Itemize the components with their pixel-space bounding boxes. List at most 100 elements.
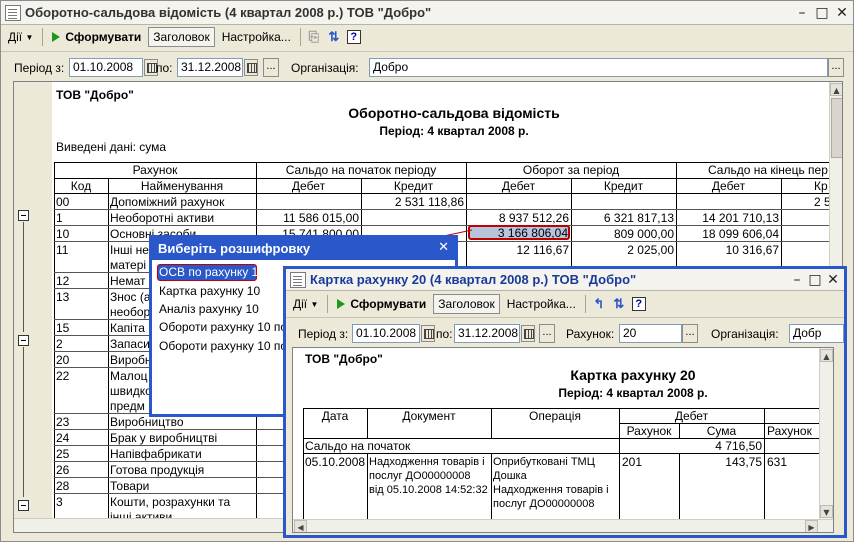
help-icon[interactable]: ? xyxy=(345,28,363,46)
transfer-icon[interactable]: ⇅ xyxy=(325,28,343,46)
settings-button[interactable]: Настройка... xyxy=(502,294,581,314)
cell-name[interactable]: Напівфабрикати xyxy=(110,447,254,461)
generate-button[interactable]: Сформувати xyxy=(332,294,431,314)
maximize-icon[interactable]: □ xyxy=(814,5,830,21)
close-icon[interactable]: ✕ xyxy=(834,5,850,21)
header-button[interactable]: Заголовок xyxy=(148,27,215,47)
row-border xyxy=(54,209,842,210)
scroll-left-icon[interactable]: ◀ xyxy=(294,520,307,532)
date-to-input[interactable]: 31.12.2008 xyxy=(454,324,520,343)
card-header-sum: Сума xyxy=(706,424,737,438)
chevron-down-icon: ▼ xyxy=(310,299,319,309)
cell-name[interactable]: Кошти, розрахунки та xyxy=(110,495,254,509)
cell-cd[interactable]: 14 201 710,13 xyxy=(678,211,779,225)
cell-code[interactable]: 12 xyxy=(56,274,106,288)
cell-code[interactable]: 28 xyxy=(56,479,106,493)
popup-item-card[interactable]: Картка рахунку 10 xyxy=(159,284,260,299)
cell-td[interactable]: 8 937 512,26 xyxy=(468,211,569,225)
date-from-input[interactable]: 01.10.2008 xyxy=(69,58,143,77)
settings-label: Настройка... xyxy=(506,297,576,311)
period-select-button[interactable]: ... xyxy=(539,324,555,343)
collapse-group-icon[interactable] xyxy=(18,210,29,221)
opening-balance-sum: 4 716,50 xyxy=(715,439,762,453)
calendar-icon[interactable] xyxy=(521,325,535,342)
date-to-input[interactable]: 31.12.2008 xyxy=(177,58,243,77)
toolbar-separator xyxy=(42,28,44,46)
cell-name[interactable]: Товари xyxy=(110,479,254,493)
organization-input[interactable]: Добр xyxy=(789,324,844,343)
maximize-icon[interactable]: □ xyxy=(807,272,823,288)
cell-name[interactable]: Допоміжний рахунок xyxy=(110,195,254,209)
cell-code[interactable]: 23 xyxy=(56,415,106,429)
organization-input[interactable]: Добро xyxy=(369,58,828,77)
collapse-group-icon[interactable] xyxy=(18,500,29,511)
period-select-button[interactable]: ... xyxy=(263,58,279,77)
cell-code[interactable]: 15 xyxy=(56,321,106,335)
scroll-thumb[interactable] xyxy=(831,98,842,158)
account-input[interactable]: 20 xyxy=(619,324,682,343)
transfer-icon[interactable]: ⇅ xyxy=(610,295,628,313)
document-icon xyxy=(5,4,21,21)
cell-tc[interactable]: 6 321 817,13 xyxy=(573,211,674,225)
horizontal-scrollbar[interactable]: ◀ ▶ xyxy=(293,519,833,532)
scroll-right-icon[interactable]: ▶ xyxy=(805,520,818,532)
report-company: ТОВ "Добро" xyxy=(56,88,134,102)
copy-icon[interactable]: ⎘ xyxy=(305,28,323,46)
cell-code[interactable]: 1 xyxy=(56,211,106,225)
cell-code[interactable]: 22 xyxy=(56,369,106,383)
vertical-scrollbar[interactable]: ▲ ▼ xyxy=(819,348,833,520)
cell-oc[interactable]: 2 531 118,86 xyxy=(363,195,464,209)
cell-code[interactable]: 3 xyxy=(56,495,106,509)
cell-code[interactable]: 26 xyxy=(56,463,106,477)
account-select-button[interactable]: ... xyxy=(682,324,698,343)
close-icon[interactable]: ✕ xyxy=(438,240,449,255)
cell-name[interactable]: Брак у виробництві xyxy=(110,431,254,445)
cell-name[interactable]: Готова продукція xyxy=(110,463,254,477)
popup-item-turnover-months[interactable]: Обороти рахунку 10 по м xyxy=(159,320,299,335)
toolbar-divider xyxy=(1,51,853,52)
organization-select-button[interactable]: ... xyxy=(828,58,844,77)
header-turnover-credit: Кредит xyxy=(603,179,644,193)
popup-title: Виберіть розшифровку xyxy=(158,241,311,256)
cell-code[interactable]: 00 xyxy=(56,195,106,209)
cell-name[interactable]: Необоротні активи xyxy=(110,211,254,225)
cell-code[interactable]: 2 xyxy=(56,337,106,351)
cell-tc[interactable]: 809 000,00 xyxy=(573,227,674,241)
actions-menu[interactable]: Дії ▼ xyxy=(3,27,38,47)
cell-cd[interactable]: 18 099 606,04 xyxy=(678,227,779,241)
generate-button[interactable]: Сформувати xyxy=(47,27,146,47)
actions-label: Дії xyxy=(293,297,308,311)
minimize-icon[interactable]: – xyxy=(789,272,805,288)
cell-tc[interactable]: 2 025,00 xyxy=(573,243,674,257)
cell-code[interactable]: 10 xyxy=(56,227,106,241)
cell-code[interactable]: 11 xyxy=(56,243,106,257)
popup-item-turnover-days[interactable]: Обороти рахунку 10 по д xyxy=(159,339,297,354)
cell-code[interactable]: 25 xyxy=(56,447,106,461)
back-icon[interactable]: ↰ xyxy=(590,295,608,313)
scroll-up-icon[interactable]: ▲ xyxy=(830,83,842,96)
actions-menu[interactable]: Дії ▼ xyxy=(288,294,323,314)
cell-od[interactable]: 11 586 015,00 xyxy=(258,211,359,225)
cell-code[interactable]: 13 xyxy=(56,290,106,304)
scroll-down-icon[interactable]: ▼ xyxy=(820,505,833,518)
cell-name[interactable]: Виробництво xyxy=(110,415,254,429)
date-from-input[interactable]: 01.10.2008 xyxy=(352,324,420,343)
minimize-icon[interactable]: – xyxy=(794,5,810,21)
popup-titlebar: Виберіть розшифровку ✕ xyxy=(152,238,455,260)
popup-item-osv[interactable]: ОСВ по рахунку 10 xyxy=(159,265,265,280)
calendar-icon[interactable] xyxy=(421,325,435,342)
close-icon[interactable]: ✕ xyxy=(825,272,841,288)
calendar-icon[interactable] xyxy=(244,59,258,76)
collapse-group-icon[interactable] xyxy=(18,335,29,346)
cell-code[interactable]: 24 xyxy=(56,431,106,445)
cell-cd[interactable]: 10 316,67 xyxy=(678,243,779,257)
report-period: Період: 4 квартал 2008 р. xyxy=(379,124,529,138)
scroll-up-icon[interactable]: ▲ xyxy=(820,349,833,362)
help-icon[interactable]: ? xyxy=(630,295,648,313)
popup-item-analysis[interactable]: Аналіз рахунку 10 xyxy=(159,302,259,317)
card-report-sheet[interactable]: ТОВ "Добро" Картка рахунку 20 Період: 4 … xyxy=(292,347,834,533)
card-period: Період: 4 квартал 2008 р. xyxy=(558,386,708,400)
header-button[interactable]: Заголовок xyxy=(433,294,500,314)
cell-code[interactable]: 20 xyxy=(56,353,106,367)
settings-button[interactable]: Настройка... xyxy=(217,27,296,47)
